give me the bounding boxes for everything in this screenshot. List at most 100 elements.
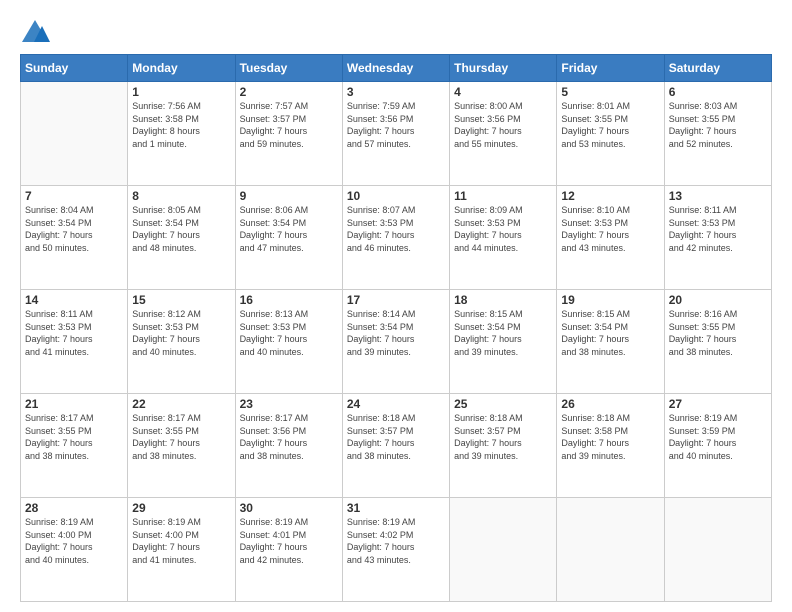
calendar-cell: 24Sunrise: 8:18 AMSunset: 3:57 PMDayligh…	[342, 394, 449, 498]
day-number: 29	[132, 501, 230, 515]
day-number: 13	[669, 189, 767, 203]
day-number: 1	[132, 85, 230, 99]
day-number: 22	[132, 397, 230, 411]
day-info: Sunrise: 7:56 AMSunset: 3:58 PMDaylight:…	[132, 100, 230, 150]
day-info: Sunrise: 8:16 AMSunset: 3:55 PMDaylight:…	[669, 308, 767, 358]
day-number: 2	[240, 85, 338, 99]
day-info: Sunrise: 8:19 AMSunset: 4:00 PMDaylight:…	[132, 516, 230, 566]
calendar-cell: 14Sunrise: 8:11 AMSunset: 3:53 PMDayligh…	[21, 290, 128, 394]
day-info: Sunrise: 8:19 AMSunset: 4:00 PMDaylight:…	[25, 516, 123, 566]
day-number: 15	[132, 293, 230, 307]
day-info: Sunrise: 8:15 AMSunset: 3:54 PMDaylight:…	[561, 308, 659, 358]
day-number: 25	[454, 397, 552, 411]
calendar-cell: 18Sunrise: 8:15 AMSunset: 3:54 PMDayligh…	[450, 290, 557, 394]
weekday-header-friday: Friday	[557, 55, 664, 82]
header	[20, 18, 772, 46]
calendar-cell: 9Sunrise: 8:06 AMSunset: 3:54 PMDaylight…	[235, 186, 342, 290]
day-info: Sunrise: 8:19 AMSunset: 4:02 PMDaylight:…	[347, 516, 445, 566]
calendar-cell: 12Sunrise: 8:10 AMSunset: 3:53 PMDayligh…	[557, 186, 664, 290]
day-info: Sunrise: 8:04 AMSunset: 3:54 PMDaylight:…	[25, 204, 123, 254]
weekday-header-sunday: Sunday	[21, 55, 128, 82]
day-info: Sunrise: 8:17 AMSunset: 3:56 PMDaylight:…	[240, 412, 338, 462]
weekday-header-monday: Monday	[128, 55, 235, 82]
calendar-week-row: 21Sunrise: 8:17 AMSunset: 3:55 PMDayligh…	[21, 394, 772, 498]
weekday-header-saturday: Saturday	[664, 55, 771, 82]
day-info: Sunrise: 8:07 AMSunset: 3:53 PMDaylight:…	[347, 204, 445, 254]
day-number: 9	[240, 189, 338, 203]
weekday-header-row: SundayMondayTuesdayWednesdayThursdayFrid…	[21, 55, 772, 82]
calendar-cell: 3Sunrise: 7:59 AMSunset: 3:56 PMDaylight…	[342, 82, 449, 186]
day-number: 10	[347, 189, 445, 203]
day-number: 21	[25, 397, 123, 411]
day-number: 4	[454, 85, 552, 99]
day-number: 19	[561, 293, 659, 307]
day-number: 3	[347, 85, 445, 99]
day-info: Sunrise: 8:11 AMSunset: 3:53 PMDaylight:…	[25, 308, 123, 358]
day-info: Sunrise: 7:57 AMSunset: 3:57 PMDaylight:…	[240, 100, 338, 150]
day-number: 20	[669, 293, 767, 307]
calendar-cell: 25Sunrise: 8:18 AMSunset: 3:57 PMDayligh…	[450, 394, 557, 498]
day-info: Sunrise: 8:18 AMSunset: 3:57 PMDaylight:…	[347, 412, 445, 462]
day-info: Sunrise: 8:09 AMSunset: 3:53 PMDaylight:…	[454, 204, 552, 254]
day-number: 18	[454, 293, 552, 307]
logo-icon	[20, 18, 50, 46]
day-info: Sunrise: 8:06 AMSunset: 3:54 PMDaylight:…	[240, 204, 338, 254]
calendar-cell: 16Sunrise: 8:13 AMSunset: 3:53 PMDayligh…	[235, 290, 342, 394]
calendar-cell: 29Sunrise: 8:19 AMSunset: 4:00 PMDayligh…	[128, 498, 235, 602]
day-info: Sunrise: 8:05 AMSunset: 3:54 PMDaylight:…	[132, 204, 230, 254]
day-number: 31	[347, 501, 445, 515]
day-info: Sunrise: 8:10 AMSunset: 3:53 PMDaylight:…	[561, 204, 659, 254]
calendar-cell: 13Sunrise: 8:11 AMSunset: 3:53 PMDayligh…	[664, 186, 771, 290]
day-info: Sunrise: 8:17 AMSunset: 3:55 PMDaylight:…	[132, 412, 230, 462]
calendar-cell: 17Sunrise: 8:14 AMSunset: 3:54 PMDayligh…	[342, 290, 449, 394]
calendar-cell	[21, 82, 128, 186]
day-number: 26	[561, 397, 659, 411]
calendar-cell: 10Sunrise: 8:07 AMSunset: 3:53 PMDayligh…	[342, 186, 449, 290]
calendar-cell: 8Sunrise: 8:05 AMSunset: 3:54 PMDaylight…	[128, 186, 235, 290]
day-info: Sunrise: 8:19 AMSunset: 3:59 PMDaylight:…	[669, 412, 767, 462]
logo	[20, 18, 52, 46]
day-number: 16	[240, 293, 338, 307]
day-number: 30	[240, 501, 338, 515]
weekday-header-wednesday: Wednesday	[342, 55, 449, 82]
day-number: 23	[240, 397, 338, 411]
day-number: 28	[25, 501, 123, 515]
calendar-cell: 5Sunrise: 8:01 AMSunset: 3:55 PMDaylight…	[557, 82, 664, 186]
calendar-cell: 2Sunrise: 7:57 AMSunset: 3:57 PMDaylight…	[235, 82, 342, 186]
day-number: 17	[347, 293, 445, 307]
day-info: Sunrise: 8:14 AMSunset: 3:54 PMDaylight:…	[347, 308, 445, 358]
day-number: 8	[132, 189, 230, 203]
calendar-cell: 21Sunrise: 8:17 AMSunset: 3:55 PMDayligh…	[21, 394, 128, 498]
day-info: Sunrise: 8:17 AMSunset: 3:55 PMDaylight:…	[25, 412, 123, 462]
calendar-week-row: 28Sunrise: 8:19 AMSunset: 4:00 PMDayligh…	[21, 498, 772, 602]
calendar-cell: 4Sunrise: 8:00 AMSunset: 3:56 PMDaylight…	[450, 82, 557, 186]
calendar-cell: 28Sunrise: 8:19 AMSunset: 4:00 PMDayligh…	[21, 498, 128, 602]
day-number: 24	[347, 397, 445, 411]
day-number: 5	[561, 85, 659, 99]
day-info: Sunrise: 8:03 AMSunset: 3:55 PMDaylight:…	[669, 100, 767, 150]
day-number: 12	[561, 189, 659, 203]
calendar-cell: 1Sunrise: 7:56 AMSunset: 3:58 PMDaylight…	[128, 82, 235, 186]
calendar-cell: 27Sunrise: 8:19 AMSunset: 3:59 PMDayligh…	[664, 394, 771, 498]
calendar-cell: 26Sunrise: 8:18 AMSunset: 3:58 PMDayligh…	[557, 394, 664, 498]
calendar-cell	[450, 498, 557, 602]
calendar-cell: 6Sunrise: 8:03 AMSunset: 3:55 PMDaylight…	[664, 82, 771, 186]
day-info: Sunrise: 8:19 AMSunset: 4:01 PMDaylight:…	[240, 516, 338, 566]
calendar-cell: 20Sunrise: 8:16 AMSunset: 3:55 PMDayligh…	[664, 290, 771, 394]
day-number: 27	[669, 397, 767, 411]
day-number: 6	[669, 85, 767, 99]
calendar-table: SundayMondayTuesdayWednesdayThursdayFrid…	[20, 54, 772, 602]
calendar-cell: 15Sunrise: 8:12 AMSunset: 3:53 PMDayligh…	[128, 290, 235, 394]
page: SundayMondayTuesdayWednesdayThursdayFrid…	[0, 0, 792, 612]
weekday-header-tuesday: Tuesday	[235, 55, 342, 82]
calendar-cell: 19Sunrise: 8:15 AMSunset: 3:54 PMDayligh…	[557, 290, 664, 394]
day-number: 11	[454, 189, 552, 203]
calendar-cell: 23Sunrise: 8:17 AMSunset: 3:56 PMDayligh…	[235, 394, 342, 498]
weekday-header-thursday: Thursday	[450, 55, 557, 82]
calendar-cell: 11Sunrise: 8:09 AMSunset: 3:53 PMDayligh…	[450, 186, 557, 290]
day-info: Sunrise: 8:00 AMSunset: 3:56 PMDaylight:…	[454, 100, 552, 150]
day-info: Sunrise: 8:01 AMSunset: 3:55 PMDaylight:…	[561, 100, 659, 150]
calendar-cell	[557, 498, 664, 602]
calendar-week-row: 14Sunrise: 8:11 AMSunset: 3:53 PMDayligh…	[21, 290, 772, 394]
calendar-week-row: 7Sunrise: 8:04 AMSunset: 3:54 PMDaylight…	[21, 186, 772, 290]
